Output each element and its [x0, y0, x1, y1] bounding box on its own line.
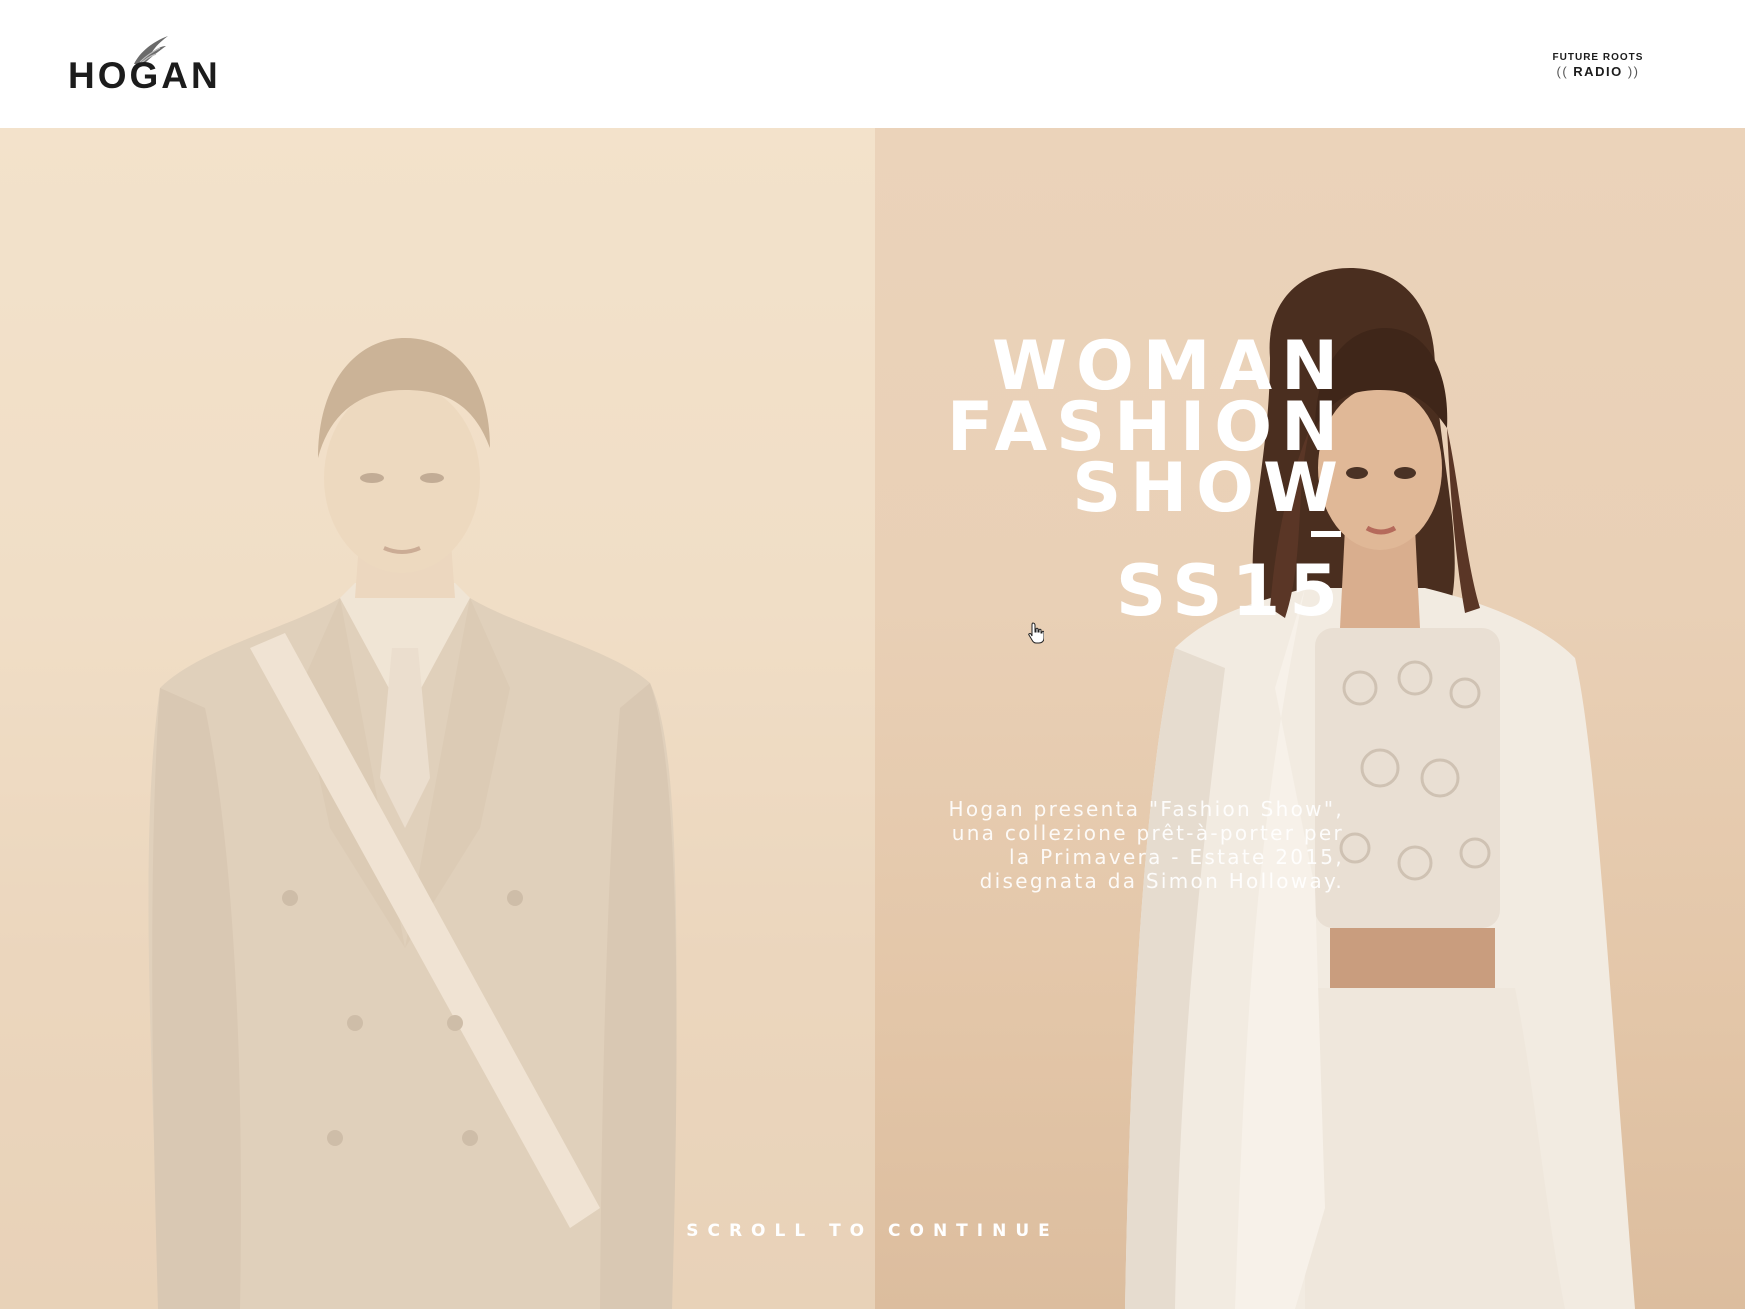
description-line-4: disegnata da Simon Holloway. — [979, 869, 1344, 893]
radio-paren-close: )) — [1627, 64, 1640, 79]
season-label: SS15 — [1115, 550, 1347, 632]
future-roots-radio-link[interactable]: FUTURE ROOTS (( RADIO )) — [1543, 53, 1653, 79]
radio-top-label: FUTURE ROOTS — [1552, 52, 1644, 63]
description-line-1: Hogan presenta "Fashion Show", — [948, 797, 1344, 821]
hand-cursor-icon — [1028, 622, 1044, 644]
collection-title: WOMAN FASHION SHOW SS15 — [947, 333, 1347, 632]
description-line-2: una collezione prêt-à-porter per — [951, 821, 1344, 845]
man-collection-panel[interactable] — [0, 128, 875, 1309]
scroll-to-continue[interactable]: SCROLL TO CONTINUE — [0, 1221, 1745, 1241]
woman-collection-panel[interactable] — [875, 128, 1745, 1309]
logo-text: HOGAN — [68, 55, 221, 96]
man-model-image — [0, 128, 875, 1309]
radio-label: (( RADIO )) — [1543, 65, 1653, 78]
radio-bottom-label: RADIO — [1573, 64, 1623, 79]
radio-paren-open: (( — [1556, 64, 1569, 79]
title-dash — [947, 519, 1347, 549]
site-header: HOGAN FUTURE ROOTS (( RADIO )) — [0, 0, 1745, 128]
title-line-3: SHOW — [1072, 449, 1347, 528]
woman-model-image — [1125, 268, 1635, 1309]
hero-section: WOMAN FASHION SHOW SS15 Hogan presenta "… — [0, 128, 1745, 1309]
collection-description: Hogan presenta "Fashion Show", una colle… — [949, 797, 1344, 893]
hogan-logo[interactable]: HOGAN — [68, 34, 228, 94]
description-line-3: la Primavera - Estate 2015, — [1009, 845, 1344, 869]
